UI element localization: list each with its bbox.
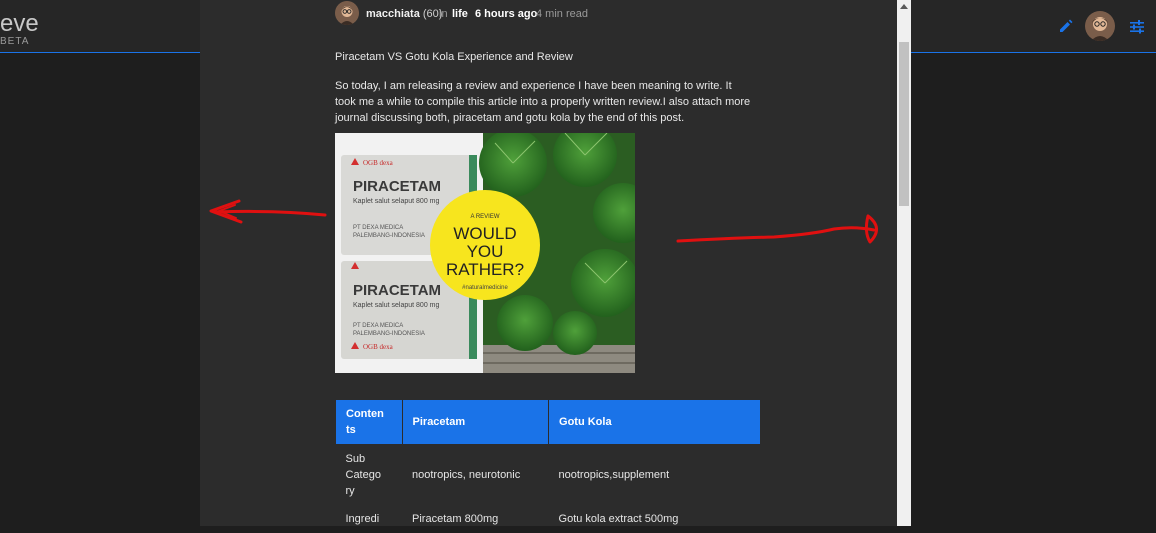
left-arrow-annotation	[205, 196, 329, 231]
svg-text:YOU: YOU	[467, 242, 504, 261]
svg-text:WOULD: WOULD	[453, 224, 516, 243]
category-link[interactable]: life	[452, 8, 468, 20]
table-header-cell: Gotu Kola	[548, 399, 761, 445]
svg-text:Kaplet salut selaput 800 mg: Kaplet salut selaput 800 mg	[353, 198, 439, 205]
comparison-table: Conten ts Piracetam Gotu Kola Sub Catego…	[335, 399, 761, 533]
right-arrow-annotation	[674, 210, 888, 255]
table-cell: nootropics, neurotonic	[412, 469, 521, 481]
svg-text:A REVIEW: A REVIEW	[470, 214, 499, 220]
sliders-icon[interactable]	[1129, 19, 1145, 35]
table-row: Ingredi Piracetam 800mg Gotu kola extrac…	[336, 505, 761, 533]
scroll-thumb[interactable]	[899, 42, 909, 206]
svg-text:PT DEXA MEDICA: PT DEXA MEDICA	[353, 225, 403, 231]
table-header-row: Conten ts Piracetam Gotu Kola	[335, 399, 761, 445]
svg-text:PIRACETAM: PIRACETAM	[353, 178, 441, 195]
svg-text:PALEMBANG-INDONESIA: PALEMBANG-INDONESIA	[353, 233, 425, 239]
post-title: Piracetam VS Gotu Kola Experience and Re…	[335, 51, 573, 63]
post-image[interactable]: OGB dexa PIRACETAM Kaplet salut selaput …	[335, 133, 635, 373]
author-link[interactable]: macchiata (60)	[366, 8, 442, 20]
table-cell: nootropics,supplement	[558, 469, 670, 481]
modal-scrollbar[interactable]	[897, 0, 911, 526]
svg-text:PIRACETAM: PIRACETAM	[353, 282, 441, 299]
table-cell: Ingredi	[345, 513, 380, 525]
svg-text:RATHER?: RATHER?	[446, 260, 524, 279]
in-label: in	[439, 8, 448, 20]
table-row: Sub Catego ry nootropics, neurotonic noo…	[336, 445, 761, 506]
svg-text:PALEMBANG-INDONESIA: PALEMBANG-INDONESIA	[353, 331, 425, 337]
read-time: 4 min read	[536, 8, 588, 20]
table-header-cell: Conten ts	[335, 399, 403, 445]
brand-name: eve	[0, 10, 39, 37]
table-header-cell: Piracetam	[401, 399, 550, 445]
svg-text:#naturalmedicine: #naturalmedicine	[462, 285, 508, 291]
svg-text:PT DEXA MEDICA: PT DEXA MEDICA	[353, 323, 403, 329]
svg-text:OGB dexa: OGB dexa	[363, 343, 394, 351]
pencil-icon[interactable]	[1058, 18, 1074, 34]
table-cell: Sub Catego ry	[345, 453, 381, 497]
svg-text:Kaplet salut selaput 800 mg: Kaplet salut selaput 800 mg	[353, 302, 439, 309]
scroll-up-arrow-icon[interactable]	[900, 4, 908, 9]
table-cell: Piracetam 800mg	[412, 513, 499, 525]
author-name: macchiata	[366, 8, 420, 20]
author-avatar[interactable]	[335, 1, 359, 25]
post-time[interactable]: 6 hours ago	[475, 8, 537, 20]
svg-text:OGB dexa: OGB dexa	[363, 159, 394, 167]
beta-badge: BETA	[0, 36, 30, 47]
post-body: So today, I am releasing a review and ex…	[335, 80, 751, 124]
table-cell: Gotu kola extract 500mg	[558, 513, 679, 525]
user-avatar[interactable]	[1085, 11, 1115, 41]
